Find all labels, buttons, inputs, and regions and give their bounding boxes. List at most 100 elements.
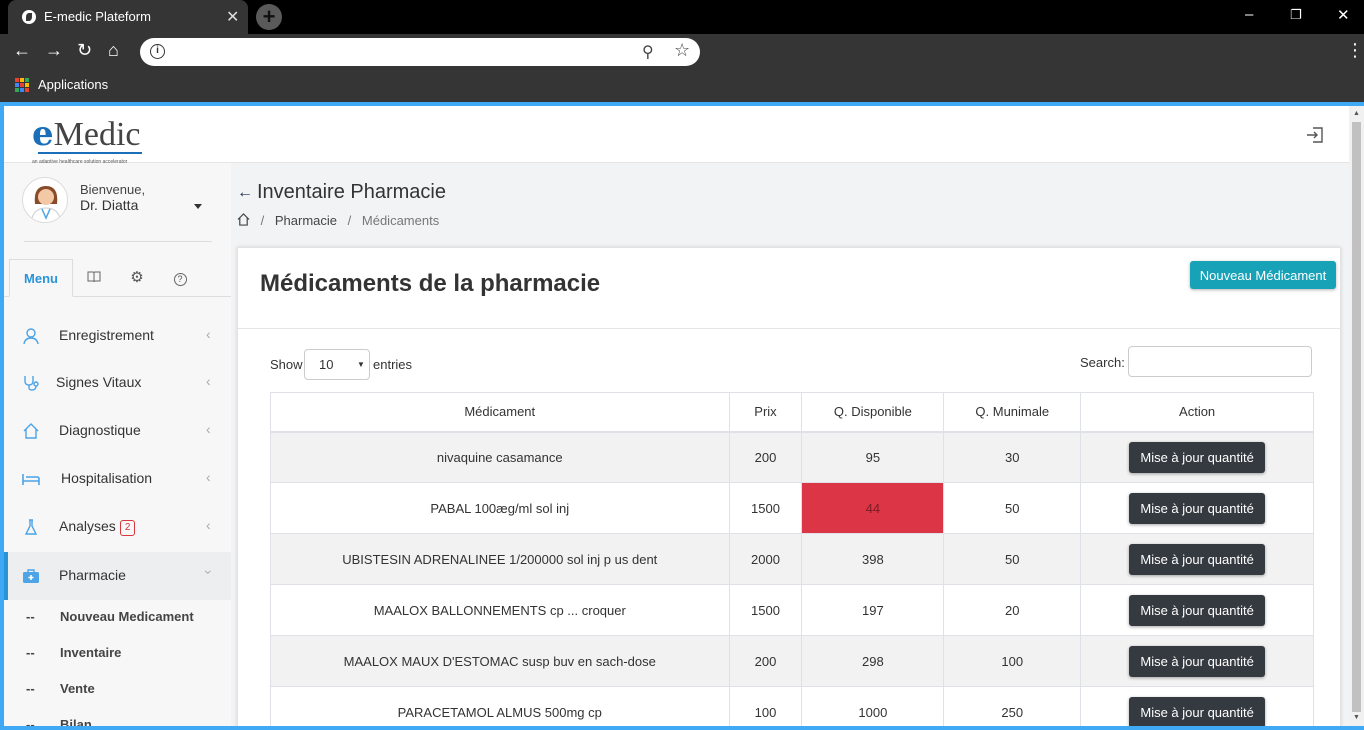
tab-title: E-medic Plateform (44, 9, 151, 24)
card-header: Médicaments de la pharmacie Nouveau Médi… (238, 248, 1342, 329)
cell-prix: 1500 (728, 584, 803, 636)
tab-close-icon[interactable]: ✕ (226, 7, 239, 27)
page-scrollbar[interactable]: ▲ ▼ (1349, 106, 1364, 726)
nouveau-medicament-button[interactable]: Nouveau Médicament (1190, 261, 1336, 289)
sidebar-item-label: Analyses 2 (59, 518, 136, 536)
logo-pulse-line (38, 152, 142, 154)
cell-prix: 1500 (728, 482, 803, 534)
update-quantity-button[interactable]: Mise à jour quantité (1129, 441, 1265, 473)
cell-q-disponible: 44 (801, 482, 945, 534)
zoom-icon[interactable]: ⚲ (642, 42, 654, 62)
sidebar-item-pharmacie[interactable]: Pharmacie ‹ (4, 552, 231, 600)
home-icon[interactable]: ⌂ (108, 40, 119, 61)
tab-book[interactable] (76, 259, 112, 297)
help-icon: ? (173, 273, 187, 286)
bed-icon (22, 474, 40, 485)
column-header-medicament[interactable]: Médicament (270, 392, 730, 433)
cell-action: Mise à jour quantité (1080, 533, 1314, 585)
sidebar-subitem-bilan[interactable]: -- Bilan (4, 707, 231, 726)
sidebar-item-label: Hospitalisation (61, 470, 153, 486)
reload-icon[interactable]: ↻ (77, 40, 92, 61)
cell-q-minimale: 50 (943, 533, 1082, 585)
sidebar-item-hospitalisation[interactable]: Hospitalisation ‹ (4, 455, 231, 503)
sidebar-subitem-vente[interactable]: -- Vente (4, 671, 231, 707)
browser-toolbar: ← → ↻ ⌂ i ⚲ ☆ ⋮ (0, 34, 1364, 70)
table-header-row: Médicament Prix Q. Disponible Q. Munimal… (270, 392, 1314, 433)
sidebar-item-label: Pharmacie (59, 567, 126, 583)
cell-q-disponible: 95 (801, 431, 945, 483)
apps-grid-icon[interactable] (15, 78, 29, 92)
cell-prix: 100 (728, 686, 803, 726)
page-length-value: 10 (319, 357, 334, 372)
sidebar-subitem-nouveau-medicament[interactable]: -- Nouveau Medicament (4, 599, 231, 635)
page-title: Inventaire Pharmacie (257, 181, 446, 203)
cell-q-disponible: 1000 (801, 686, 945, 726)
sidebar-item-enregistrement[interactable]: Enregistrement ‹ (4, 312, 231, 360)
app-header: eMedic an adaptive healthcare solution a… (4, 106, 1349, 165)
cell-medicament: PARACETAMOL ALMUS 500mg cp (270, 686, 730, 726)
address-bar[interactable]: i ⚲ ☆ (140, 38, 700, 66)
bookmark-star-icon[interactable]: ☆ (674, 40, 690, 61)
new-tab-button[interactable]: + (256, 4, 282, 30)
cell-action: Mise à jour quantité (1080, 431, 1314, 483)
forward-icon[interactable]: → (45, 40, 63, 61)
column-header-prix[interactable]: Prix (728, 392, 803, 433)
scroll-down-icon[interactable]: ▼ (1353, 714, 1360, 721)
minimize-icon[interactable]: – (1245, 6, 1253, 23)
tab-menu[interactable]: Menu (9, 259, 73, 297)
page-length-select[interactable]: 10 ▼ (304, 349, 370, 380)
sidebar-item-label: Diagnostique (59, 422, 141, 438)
scrollbar-thumb[interactable] (1352, 122, 1361, 712)
medicaments-table: Médicament Prix Q. Disponible Q. Munimal… (270, 392, 1314, 726)
table-row: MAALOX MAUX D'ESTOMAC susp buv en sach-d… (270, 635, 1314, 687)
breadcrumb-home-icon[interactable] (237, 213, 250, 226)
search-label: Search: (1080, 355, 1125, 370)
sidebar-subitem-inventaire[interactable]: -- Inventaire (4, 635, 231, 671)
table-row: PARACETAMOL ALMUS 500mg cp 100 1000 250 Mise… (270, 686, 1314, 726)
emedic-logo[interactable]: eMedic an adaptive healthcare solution a… (32, 114, 142, 165)
flask-icon (24, 519, 38, 535)
tab-settings[interactable]: ⚙ (119, 259, 155, 297)
breadcrumb: / Pharmacie / Médicaments (237, 213, 439, 228)
column-header-q-disponible[interactable]: Q. Disponible (801, 392, 945, 433)
user-menu-caret-icon[interactable] (194, 204, 202, 209)
divider (24, 241, 212, 242)
cell-q-disponible: 398 (801, 533, 945, 585)
column-header-q-minimale[interactable]: Q. Munimale (943, 392, 1082, 433)
table-row: MAALOX BALLONNEMENTS cp ... croquer 1500 1… (270, 584, 1314, 636)
update-quantity-button[interactable]: Mise à jour quantité (1129, 492, 1265, 524)
cell-medicament: PABAL 100æg/ml sol inj (270, 482, 730, 534)
cell-q-disponible: 298 (801, 635, 945, 687)
update-quantity-button[interactable]: Mise à jour quantité (1129, 594, 1265, 626)
site-info-icon[interactable]: i (150, 44, 165, 59)
browser-menu-icon[interactable]: ⋮ (1346, 40, 1364, 61)
sidebar-item-analyses[interactable]: Analyses 2 ‹ (4, 503, 231, 551)
logout-icon[interactable] (1306, 126, 1324, 144)
restore-icon[interactable]: ❐ (1290, 7, 1302, 23)
update-quantity-button[interactable]: Mise à jour quantité (1129, 696, 1265, 726)
window-close-icon[interactable]: ✕ (1337, 6, 1350, 24)
breadcrumb-pharmacie[interactable]: Pharmacie (275, 213, 337, 228)
scroll-up-icon[interactable]: ▲ (1353, 110, 1360, 117)
bookmark-applications[interactable]: Applications (38, 77, 108, 92)
browser-window: E-medic Plateform ✕ + – ❐ ✕ ← → ↻ ⌂ i ⚲ … (0, 0, 1364, 730)
browser-tab[interactable]: E-medic Plateform ✕ (8, 0, 248, 34)
back-icon[interactable]: ← (13, 40, 31, 61)
search-input[interactable] (1128, 346, 1312, 377)
cell-medicament: UBISTESIN ADRENALINEE 1/200000 sol inj p… (270, 533, 730, 585)
bookmarks-bar: Applications (0, 70, 1364, 102)
column-header-action[interactable]: Action (1080, 392, 1314, 433)
chevron-left-icon: ‹ (206, 469, 211, 485)
table-row: PABAL 100æg/ml sol inj 1500 44 50 Mise à jou… (270, 482, 1314, 534)
sidebar-item-diagnostique[interactable]: Diagnostique ‹ (4, 407, 231, 455)
update-quantity-button[interactable]: Mise à jour quantité (1129, 543, 1265, 575)
update-quantity-button[interactable]: Mise à jour quantité (1129, 645, 1265, 677)
sidebar-item-signes-vitaux[interactable]: Signes Vitaux ‹ (4, 359, 231, 407)
cell-medicament: nivaquine casamance (270, 431, 730, 483)
stethoscope-icon (24, 376, 39, 391)
tab-help[interactable]: ? (162, 259, 198, 297)
chevron-left-icon: ‹ (206, 326, 211, 342)
back-arrow-icon[interactable]: ← (237, 184, 253, 202)
chevron-left-icon: ‹ (206, 517, 211, 533)
entries-label: entries (373, 357, 413, 372)
